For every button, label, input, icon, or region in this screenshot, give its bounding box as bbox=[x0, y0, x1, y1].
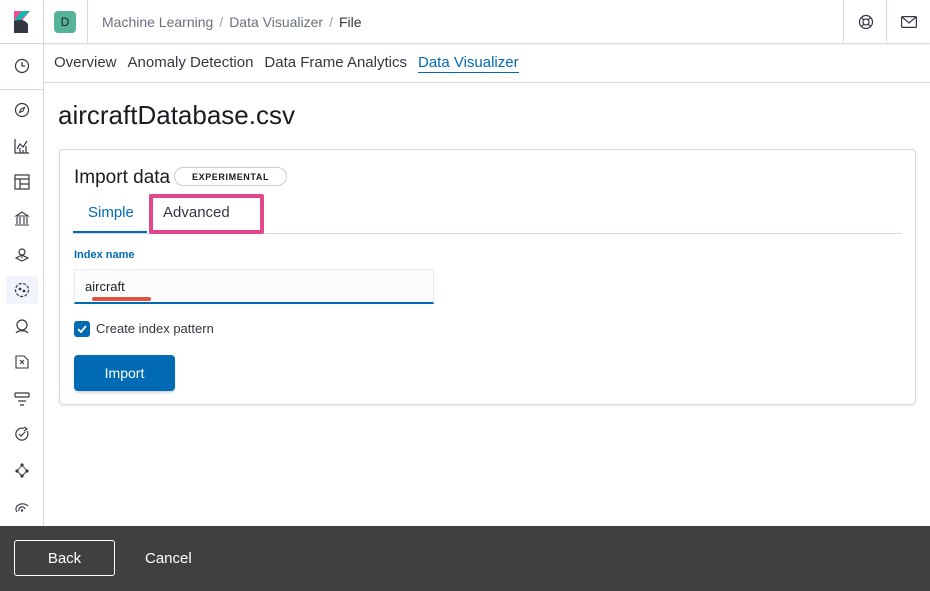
maps-icon bbox=[14, 248, 30, 262]
nav-graph[interactable] bbox=[6, 456, 38, 484]
logs-icon bbox=[15, 355, 29, 369]
tab-data-frame-analytics[interactable]: Data Frame Analytics bbox=[264, 54, 407, 72]
index-name-value: aircraft bbox=[85, 279, 125, 294]
kibana-logo[interactable] bbox=[0, 0, 44, 44]
breadcrumb-data-visualizer[interactable]: Data Visualizer bbox=[229, 14, 323, 30]
canvas-icon bbox=[14, 211, 30, 226]
nav-apm[interactable] bbox=[6, 384, 38, 412]
nav-dashboard[interactable] bbox=[6, 168, 38, 196]
tab-overview[interactable]: Overview bbox=[54, 54, 117, 72]
clock-icon bbox=[14, 58, 30, 74]
cancel-button[interactable]: Cancel bbox=[145, 550, 192, 567]
apm-icon bbox=[14, 392, 30, 406]
annotation-highlight-box bbox=[149, 194, 264, 234]
nav-uptime[interactable] bbox=[6, 420, 38, 448]
dashboard-icon bbox=[14, 174, 30, 190]
experimental-badge: EXPERIMENTAL bbox=[174, 167, 288, 186]
newsfeed-button[interactable] bbox=[886, 0, 930, 44]
index-name-input[interactable]: aircraft bbox=[74, 269, 434, 304]
nav-discover[interactable] bbox=[6, 96, 38, 124]
help-lifebuoy-icon bbox=[858, 14, 873, 30]
infrastructure-icon bbox=[15, 319, 29, 334]
nav-monitoring[interactable] bbox=[6, 492, 38, 520]
nav-logs[interactable] bbox=[6, 348, 38, 376]
uptime-icon bbox=[15, 426, 29, 441]
index-name-label: Index name bbox=[74, 249, 135, 261]
graph-icon bbox=[15, 463, 29, 478]
page-title: aircraftDatabase.csv bbox=[58, 100, 295, 130]
nav-infrastructure[interactable] bbox=[6, 312, 38, 340]
machine-learning-icon bbox=[14, 282, 30, 298]
tab-anomaly-detection[interactable]: Anomaly Detection bbox=[128, 54, 254, 72]
import-panel-title: Import data bbox=[74, 167, 171, 188]
breadcrumb-separator: / bbox=[329, 14, 333, 30]
import-panel: Import data EXPERIMENTAL Simple Advanced… bbox=[59, 149, 916, 405]
import-button[interactable]: Import bbox=[74, 355, 175, 391]
mail-icon bbox=[900, 16, 917, 28]
breadcrumb-ml[interactable]: Machine Learning bbox=[102, 14, 213, 30]
tab-selected-indicator bbox=[73, 231, 147, 233]
top-header: D Machine Learning / Data Visualizer / F… bbox=[0, 0, 930, 44]
create-index-pattern-label[interactable]: Create index pattern bbox=[96, 321, 214, 336]
nav-machine-learning[interactable] bbox=[6, 276, 38, 304]
monitoring-icon bbox=[15, 503, 29, 513]
compass-icon bbox=[14, 102, 30, 118]
create-index-pattern-checkbox[interactable] bbox=[74, 321, 90, 337]
space-avatar[interactable]: D bbox=[54, 11, 76, 33]
help-button[interactable] bbox=[843, 0, 887, 44]
side-nav bbox=[0, 44, 44, 526]
breadcrumb-file: File bbox=[338, 14, 362, 30]
nav-recent[interactable] bbox=[6, 52, 38, 80]
check-icon bbox=[77, 325, 87, 333]
visualize-icon bbox=[14, 139, 29, 154]
breadcrumb-separator: / bbox=[219, 14, 224, 30]
breadcrumb: Machine Learning / Data Visualizer / Fil… bbox=[102, 14, 362, 30]
annotation-underline bbox=[92, 297, 151, 301]
kibana-logo-icon bbox=[13, 11, 30, 33]
back-button[interactable]: Back bbox=[14, 540, 115, 576]
tab-data-visualizer[interactable]: Data Visualizer bbox=[417, 54, 519, 73]
tab-simple[interactable]: Simple bbox=[88, 204, 134, 221]
header-divider bbox=[87, 0, 88, 44]
nav-divider bbox=[0, 89, 44, 90]
nav-canvas[interactable] bbox=[6, 204, 38, 232]
nav-maps[interactable] bbox=[6, 240, 38, 268]
bottom-bar: Back Cancel bbox=[0, 526, 930, 591]
nav-visualize[interactable] bbox=[6, 132, 38, 160]
ml-app-tabs: Overview Anomaly Detection Data Frame An… bbox=[44, 44, 930, 83]
